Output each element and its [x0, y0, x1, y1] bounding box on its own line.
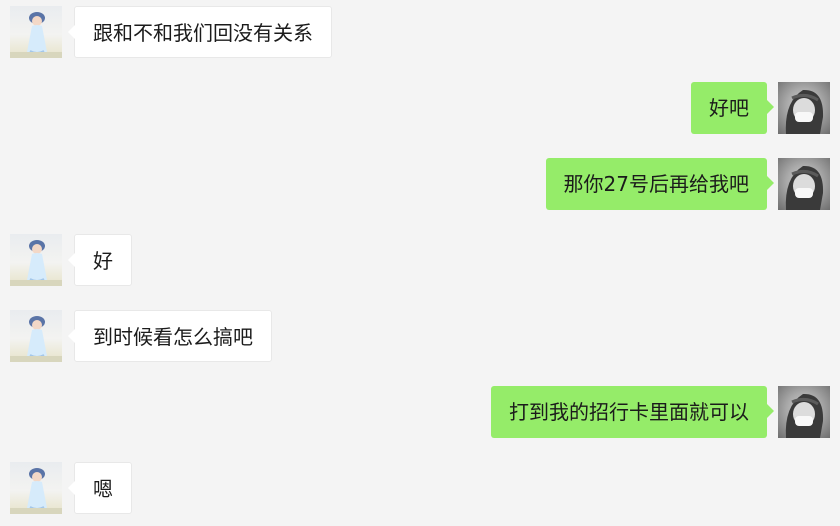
chat-message-list: 跟和不和我们回没有关系 好吧 那你27号后再给我吧 好 到时候看怎么搞吧 打到我…: [0, 0, 840, 526]
message-bubble-outgoing[interactable]: 打到我的招行卡里面就可以: [491, 386, 774, 438]
bubble-tail: [68, 481, 75, 495]
message-text: 嗯: [93, 477, 113, 501]
message-text: 跟和不和我们回没有关系: [93, 21, 313, 45]
contact-avatar[interactable]: [10, 310, 62, 362]
message-row-incoming: 好: [10, 234, 132, 286]
message-text: 好: [93, 249, 113, 273]
message-bubble-incoming[interactable]: 跟和不和我们回没有关系: [68, 6, 332, 58]
message-text: 到时候看怎么搞吧: [93, 325, 253, 349]
message-row-incoming: 嗯: [10, 462, 132, 514]
message-bubble-incoming[interactable]: 嗯: [68, 462, 132, 514]
contact-avatar[interactable]: [10, 462, 62, 514]
contact-avatar[interactable]: [10, 234, 62, 286]
message-row-outgoing: 那你27号后再给我吧: [530, 158, 830, 210]
message-bubble-incoming[interactable]: 到时候看怎么搞吧: [68, 310, 272, 362]
message-bubble-outgoing[interactable]: 那你27号后再给我吧: [545, 158, 774, 210]
message-bubble-outgoing[interactable]: 好吧: [691, 82, 774, 134]
message-text: 打到我的招行卡里面就可以: [509, 400, 749, 424]
message-row-incoming: 跟和不和我们回没有关系: [10, 6, 340, 58]
bubble-tail: [767, 100, 774, 114]
contact-avatar[interactable]: [10, 6, 62, 58]
bubble-tail: [767, 176, 774, 190]
bubble-tail: [68, 253, 75, 267]
bubble-tail: [68, 25, 75, 39]
message-text: 好吧: [709, 96, 749, 120]
message-row-outgoing: 打到我的招行卡里面就可以: [470, 386, 830, 438]
user-avatar[interactable]: [778, 386, 830, 438]
user-avatar[interactable]: [778, 82, 830, 134]
user-avatar[interactable]: [778, 158, 830, 210]
message-bubble-incoming[interactable]: 好: [68, 234, 132, 286]
message-row-outgoing: 好吧: [650, 82, 830, 134]
bubble-tail: [767, 404, 774, 418]
message-text: 那你27号后再给我吧: [563, 172, 749, 196]
bubble-tail: [68, 329, 75, 343]
message-row-incoming: 到时候看怎么搞吧: [10, 310, 280, 362]
